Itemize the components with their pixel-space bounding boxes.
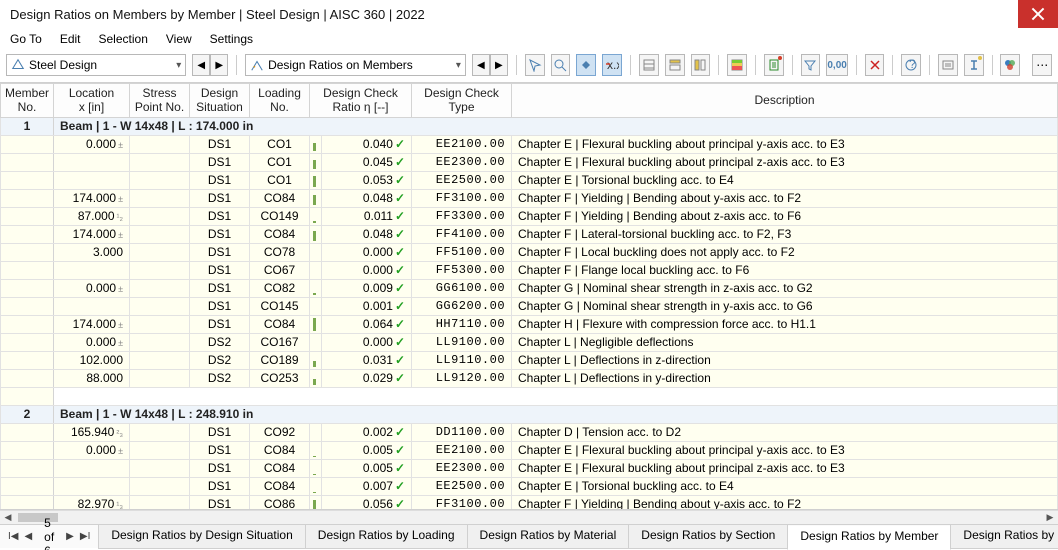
view-mode-3-button[interactable] — [691, 54, 711, 76]
sheet-tab[interactable]: Design Ratios by Section — [628, 525, 788, 549]
module-next[interactable]: ▶ — [210, 54, 228, 76]
menu-bar: Go To Edit Selection View Settings — [0, 28, 1058, 52]
pager-prev[interactable]: ◀ — [22, 531, 34, 542]
toolbar: Steel Design ▾ ◀ ▶ Design Ratios on Memb… — [0, 52, 1058, 83]
export-button[interactable] — [764, 54, 784, 76]
svg-text:x.x: x.x — [607, 58, 619, 72]
window-title: Design Ratios on Members by Member | Ste… — [10, 7, 1018, 22]
pager-next[interactable]: ▶ — [64, 531, 76, 542]
sheet-pager: I◀ ◀ 5 of 6 ▶ ▶I — [0, 516, 98, 550]
pager-text: 5 of 6 — [36, 516, 62, 550]
result-row[interactable]: DS1CO670.000✓FF5300.00Chapter F | Flange… — [1, 261, 1058, 279]
menu-view[interactable]: View — [166, 32, 192, 46]
menu-settings[interactable]: Settings — [210, 32, 253, 46]
chevron-down-icon: ▾ — [176, 60, 181, 71]
title-bar: Design Ratios on Members by Member | Ste… — [0, 0, 1058, 28]
member-no-cell: 2 — [1, 405, 54, 423]
result-row[interactable]: 165.940²₃DS1CO920.002✓DD1100.00Chapter D… — [1, 423, 1058, 441]
result-row[interactable]: DS1CO10.045✓EE2300.00Chapter E | Flexura… — [1, 153, 1058, 171]
sheet-tab[interactable]: Design Ratios by Design Situation — [98, 525, 305, 549]
sheet-tab[interactable]: Design Ratios by Loading — [305, 525, 468, 549]
result-row[interactable]: 82.970¹₃DS1CO860.056✓FF3100.00Chapter F … — [1, 495, 1058, 510]
sheet-tabs: Design Ratios by Design SituationDesign … — [98, 525, 1058, 549]
filter-button[interactable] — [801, 54, 821, 76]
result-row[interactable]: 3.000DS1CO780.000✓FF5100.00Chapter F | L… — [1, 243, 1058, 261]
group-header[interactable]: 1Beam | 1 - W 14x48 | L : 174.000 in — [1, 117, 1058, 135]
results-grid: MemberNo. Locationx [in] StressPoint No.… — [0, 83, 1058, 510]
find-in-view-button[interactable] — [551, 54, 571, 76]
menu-goto[interactable]: Go To — [10, 32, 42, 46]
result-row[interactable]: 0.000±DS1CO840.005✓EE2100.00Chapter E | … — [1, 441, 1058, 459]
result-row[interactable]: DS1CO840.005✓EE2300.00Chapter E | Flexur… — [1, 459, 1058, 477]
result-row[interactable]: 174.000±DS1CO840.048✓FF3100.00Chapter F … — [1, 189, 1058, 207]
ratio-icon — [250, 58, 264, 72]
steel-icon — [11, 58, 25, 72]
module-nav: ◀ ▶ — [192, 54, 228, 76]
table-next[interactable]: ▶ — [490, 54, 508, 76]
group-title: Beam | 1 - W 14x48 | L : 248.910 in — [54, 405, 1058, 423]
decimal-places-button[interactable]: 0,00 — [826, 54, 847, 76]
sheet-tab[interactable]: Design Ratios by Member — [787, 526, 951, 550]
sheet-tab[interactable]: Design Ratios by Location — [950, 525, 1058, 549]
result-row[interactable]: 87.000¹₂DS1CO1490.011✓FF3300.00Chapter F… — [1, 207, 1058, 225]
result-row[interactable]: 102.000DS2CO1890.031✓LL9110.00Chapter L … — [1, 351, 1058, 369]
overflow-button[interactable]: ⋯ — [1032, 54, 1052, 76]
menu-edit[interactable]: Edit — [60, 32, 81, 46]
result-row[interactable]: 0.000±DS2CO1670.000✓LL9100.00Chapter L |… — [1, 333, 1058, 351]
sheet-tab[interactable]: Design Ratios by Material — [467, 525, 630, 549]
result-row[interactable]: 0.000±DS1CO820.009✓GG6100.00Chapter G | … — [1, 279, 1058, 297]
result-row[interactable]: DS1CO10.053✓EE2500.00Chapter E | Torsion… — [1, 171, 1058, 189]
design-module-combo[interactable]: Steel Design ▾ — [6, 54, 186, 76]
color-settings-button[interactable] — [1000, 54, 1020, 76]
result-table-combo[interactable]: Design Ratios on Members ▾ — [245, 54, 466, 76]
view-mode-2-button[interactable] — [665, 54, 685, 76]
result-row[interactable]: DS1CO1450.001✓GG6200.00Chapter G | Nomin… — [1, 297, 1058, 315]
delete-row-button[interactable] — [865, 54, 885, 76]
bottom-bar: I◀ ◀ 5 of 6 ▶ ▶I Design Ratios by Design… — [0, 524, 1058, 548]
table-nav: ◀ ▶ — [472, 54, 508, 76]
result-row[interactable]: 174.000±DS1CO840.064✓HH7110.00Chapter H … — [1, 315, 1058, 333]
view-mode-1-button[interactable] — [639, 54, 659, 76]
help-button[interactable]: ? — [901, 54, 921, 76]
table-prev[interactable]: ◀ — [472, 54, 490, 76]
close-button[interactable] — [1018, 0, 1058, 28]
sync-selection-button[interactable] — [576, 54, 596, 76]
result-row[interactable]: 174.000±DS1CO840.048✓FF4100.00Chapter F … — [1, 225, 1058, 243]
show-location-button[interactable]: x.x — [602, 54, 622, 76]
group-title: Beam | 1 - W 14x48 | L : 174.000 in — [54, 117, 1058, 135]
result-row[interactable]: 88.000DS2CO2530.029✓LL9120.00Chapter L |… — [1, 369, 1058, 387]
menu-selection[interactable]: Selection — [99, 32, 148, 46]
results-colored-button[interactable] — [727, 54, 747, 76]
svg-text:?: ? — [909, 58, 916, 71]
details-button[interactable] — [938, 54, 958, 76]
horizontal-scrollbar[interactable]: ◀▶ — [0, 510, 1058, 524]
pager-last[interactable]: ▶I — [78, 531, 92, 542]
select-object-button[interactable] — [525, 54, 545, 76]
chevron-down-icon: ▾ — [456, 60, 461, 71]
results-grid-wrapper[interactable]: MemberNo. Locationx [in] StressPoint No.… — [0, 83, 1058, 510]
result-row[interactable]: 0.000±DS1CO10.040✓EE2100.00Chapter E | F… — [1, 135, 1058, 153]
pager-first[interactable]: I◀ — [6, 531, 20, 542]
result-row[interactable]: DS1CO840.007✓EE2500.00Chapter E | Torsio… — [1, 477, 1058, 495]
member-no-cell: 1 — [1, 117, 54, 135]
section-button[interactable] — [964, 54, 984, 76]
module-prev[interactable]: ◀ — [192, 54, 210, 76]
group-header[interactable]: 2Beam | 1 - W 14x48 | L : 248.910 in — [1, 405, 1058, 423]
